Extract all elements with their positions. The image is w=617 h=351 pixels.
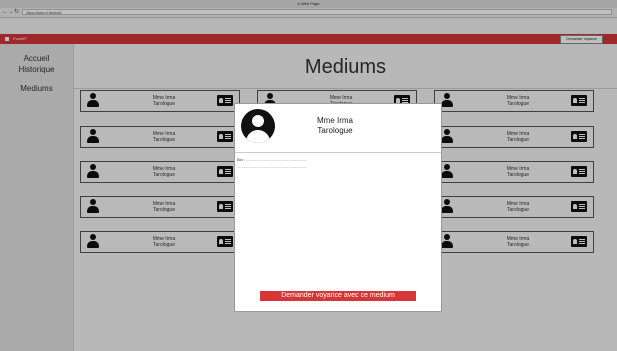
medium-detail-modal: Mme Irma Tarologue Bio : ...............… <box>234 103 442 312</box>
request-with-medium-button[interactable]: Demander voyance avec ce medium <box>260 291 416 301</box>
avatar-icon <box>241 109 275 143</box>
modal-divider <box>235 152 441 153</box>
bio-line-1: Bio : ..................................… <box>237 157 307 162</box>
bio-text: Bio : ..................................… <box>237 156 437 170</box>
modal-medium-name: Mme Irma Tarologue <box>295 116 375 136</box>
modal-role-line: Tarologue <box>317 126 353 135</box>
bio-line-2: ........................................… <box>237 164 306 169</box>
modal-name-line: Mme Irma <box>317 116 353 125</box>
